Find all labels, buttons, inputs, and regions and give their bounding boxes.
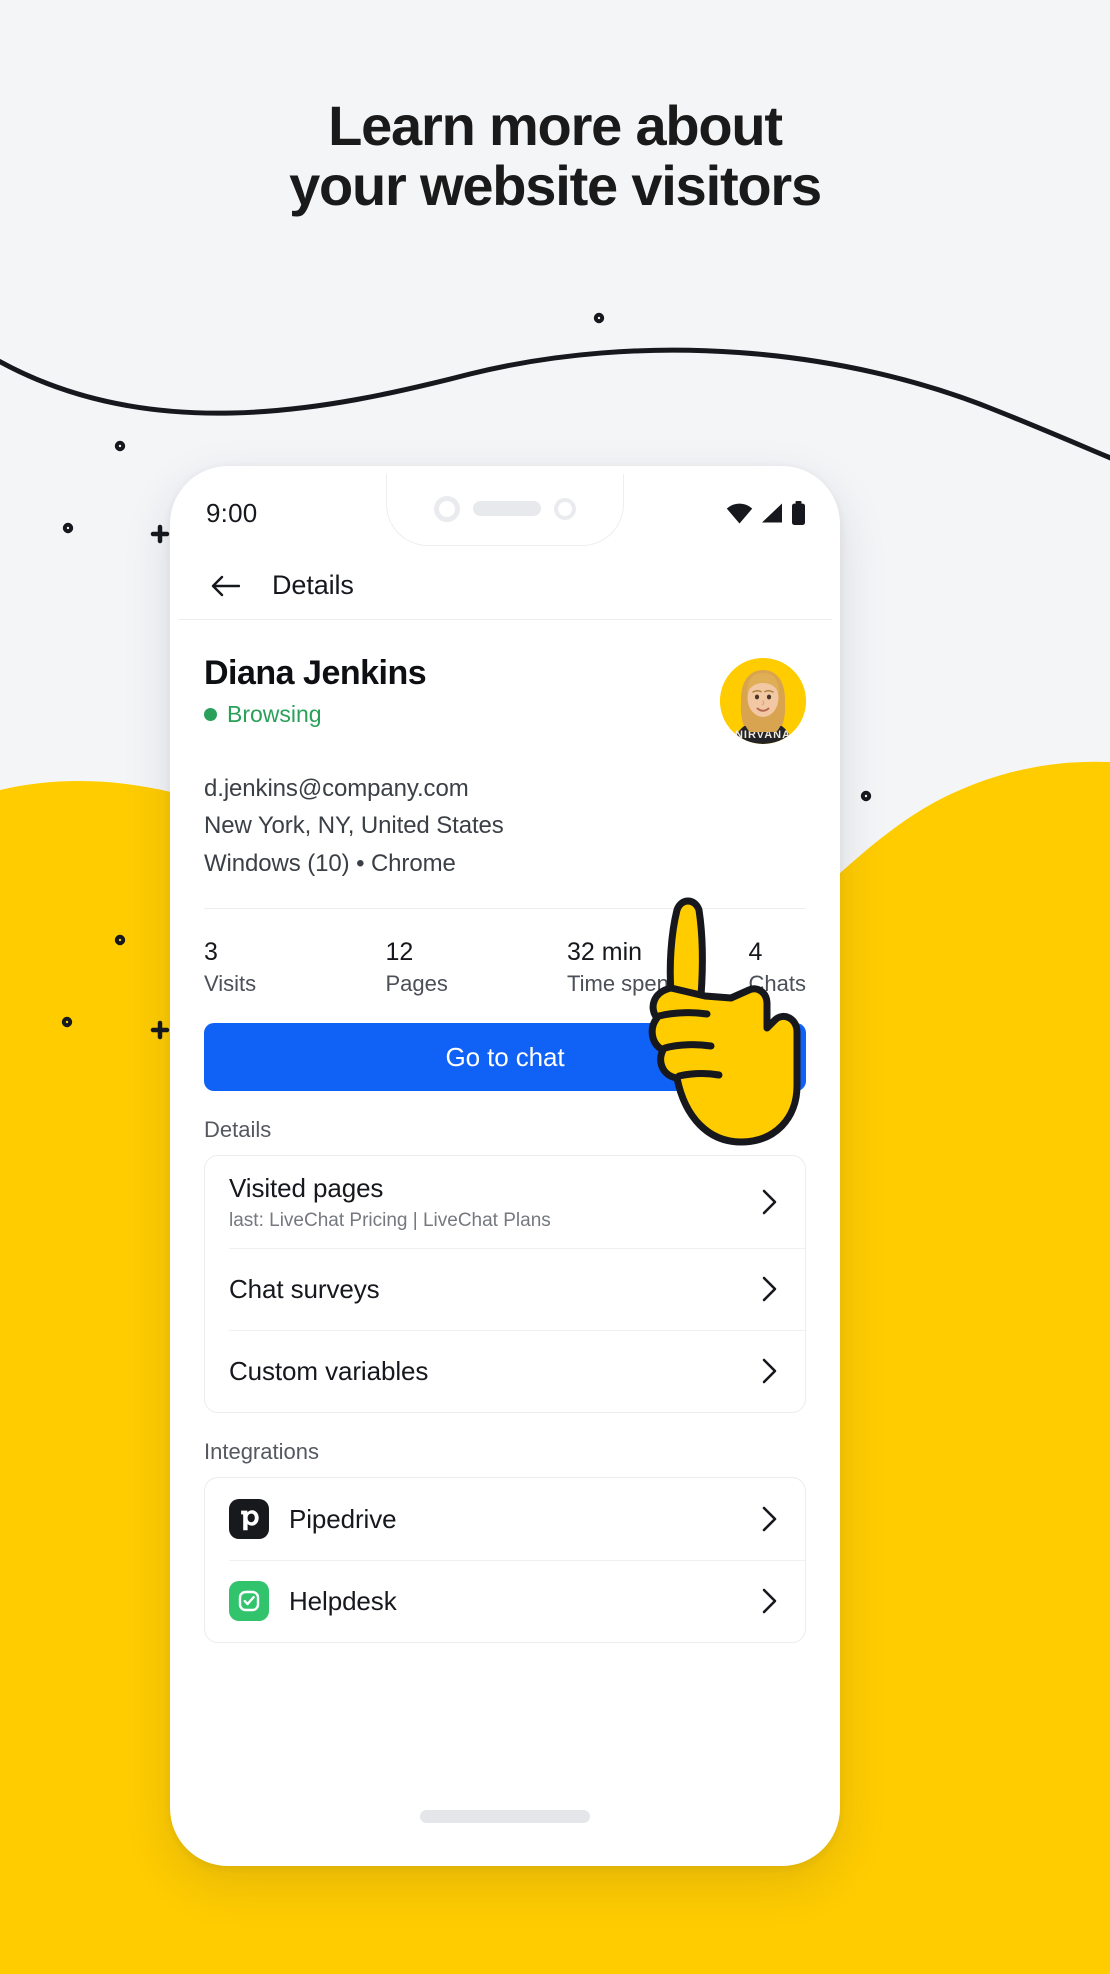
visitor-meta-list: d.jenkins@company.com New York, NY, Unit…	[204, 770, 806, 882]
details-card: Visited pages last: LiveChat Pricing | L…	[204, 1155, 806, 1413]
stat-time-spent: 32 min Time spent	[567, 937, 749, 997]
wifi-icon	[726, 503, 753, 524]
headline-line-1: Learn more about	[328, 94, 783, 157]
stat-pages-value: 12	[385, 938, 414, 967]
list-item-chat-surveys[interactable]: Chat surveys	[205, 1247, 805, 1330]
list-item-title: Visited pages	[229, 1173, 384, 1204]
arrow-left-icon	[211, 575, 240, 596]
app-bar: Details	[178, 552, 832, 620]
chevron-right-icon	[759, 1187, 781, 1217]
visitor-stats: 3 Visits 12 Pages 32 min Time spent 4 Ch…	[204, 908, 806, 997]
status-bar-icons	[726, 501, 806, 525]
row-main: Helpdesk	[289, 1569, 739, 1634]
stat-pages: 12 Pages	[386, 937, 568, 997]
battery-icon	[792, 501, 805, 525]
stat-time-spent-label: Time spent	[567, 971, 676, 997]
front-camera-icon	[434, 495, 460, 522]
earpiece-speaker-icon	[473, 501, 541, 516]
status-bar-clock: 9:00	[206, 497, 258, 528]
stat-visits-label: Visits	[204, 971, 257, 997]
row-main: Visited pages last: LiveChat Pricing | L…	[229, 1156, 739, 1248]
visitor-name: Diana Jenkins	[204, 654, 427, 692]
chevron-right-icon	[759, 1586, 781, 1616]
visitor-profile-text: Diana Jenkins Browsing	[204, 654, 720, 728]
integrations-card: Pipedrive Helpdesk	[204, 1476, 806, 1643]
list-item-helpdesk[interactable]: Helpdesk	[205, 1559, 805, 1642]
visitor-profile: Diana Jenkins Browsing NIRVANA	[204, 620, 806, 744]
chevron-right-icon	[759, 1504, 781, 1534]
stat-pages-label: Pages	[385, 971, 448, 997]
chevron-right-icon	[759, 1274, 781, 1304]
stat-visits: 3 Visits	[204, 937, 386, 997]
stat-chats-label: Chats	[748, 971, 806, 997]
sensor-icon	[554, 497, 576, 520]
row-main: Chat surveys	[229, 1257, 739, 1322]
phone-screen: 9:00 Details Diana Jenkins Browsing NIRV…	[178, 474, 832, 1858]
row-main: Pipedrive	[289, 1487, 739, 1552]
stat-chats-value: 4	[748, 938, 763, 967]
phone-mockup: 9:00 Details Diana Jenkins Browsing NIRV…	[170, 466, 840, 1866]
list-item-visited-pages[interactable]: Visited pages last: LiveChat Pricing | L…	[205, 1156, 805, 1248]
visitor-device: Windows (10) • Chrome	[204, 849, 456, 877]
stat-chats: 4 Chats	[749, 937, 806, 997]
list-item-title: Helpdesk	[289, 1585, 397, 1616]
list-item-title: Custom variables	[229, 1355, 429, 1386]
row-main: Custom variables	[229, 1339, 739, 1404]
visitor-location: New York, NY, United States	[204, 812, 504, 840]
visitor-email: d.jenkins@company.com	[204, 775, 469, 802]
list-item-pipedrive[interactable]: Pipedrive	[205, 1478, 805, 1560]
status-bar: 9:00	[178, 474, 832, 552]
list-item-custom-variables[interactable]: Custom variables	[205, 1329, 805, 1412]
integrations-section-title: Integrations	[204, 1438, 319, 1464]
online-dot-icon	[204, 708, 217, 722]
home-indicator-area	[178, 1774, 832, 1858]
details-section-title: Details	[204, 1117, 272, 1143]
stat-time-spent-value: 32 min	[567, 938, 643, 967]
list-item-title: Chat surveys	[229, 1273, 380, 1304]
stat-visits-value: 3	[204, 938, 218, 967]
phone-notch	[386, 474, 624, 546]
helpdesk-logo-icon	[229, 1580, 269, 1621]
visitor-presence-label: Browsing	[227, 701, 322, 728]
details-scroll-area[interactable]: Diana Jenkins Browsing NIRVANA d.jenkins…	[178, 620, 832, 1774]
visitor-presence: Browsing	[204, 701, 720, 728]
cellular-signal-icon	[762, 503, 782, 523]
pipedrive-logo-icon	[229, 1498, 269, 1539]
avatar-image: NIRVANA	[720, 658, 806, 744]
page-title: Learn more about your website visitors	[0, 94, 1110, 218]
list-item-title: Pipedrive	[289, 1503, 397, 1534]
back-button[interactable]	[208, 569, 242, 603]
headline-line-2: your website visitors	[289, 154, 822, 218]
arc-line	[0, 347, 1110, 461]
home-indicator[interactable]	[420, 1809, 590, 1823]
chevron-right-icon	[759, 1356, 781, 1386]
list-item-subtitle: last: LiveChat Pricing | LiveChat Plans	[229, 1209, 551, 1231]
go-to-chat-button[interactable]: Go to chat	[204, 1023, 806, 1092]
app-bar-title: Details	[272, 570, 354, 600]
avatar: NIRVANA	[720, 658, 806, 744]
